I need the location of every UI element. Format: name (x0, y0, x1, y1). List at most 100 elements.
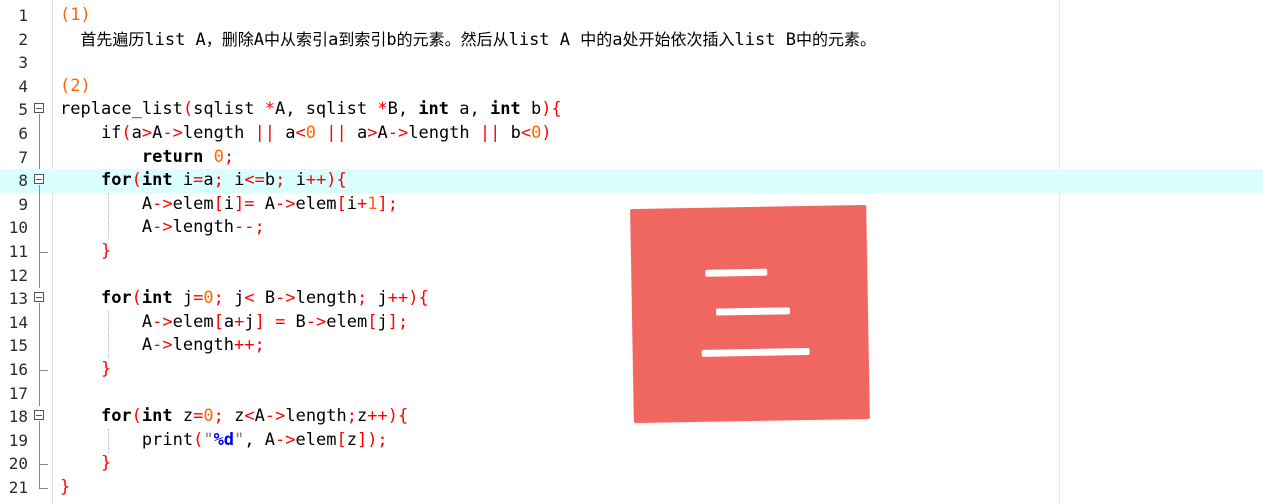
code-token: length (408, 123, 480, 143)
code-token: A, sqlist (274, 99, 378, 120)
code-line-4[interactable]: 4 (2) (0, 75, 1263, 99)
line-number: 10 (8, 218, 28, 238)
fold-toggle-icon[interactable] (34, 103, 44, 114)
code-line-18[interactable]: 18 for(int z=0; z<A->length;z++){ (0, 405, 1263, 430)
code-token: ; (357, 288, 368, 309)
code-token: ( (131, 288, 142, 309)
code-line-6[interactable]: 6 if(a>A->length || a<0 || a>A->length |… (0, 122, 1263, 146)
code-line-16[interactable]: 16 } (0, 358, 1263, 382)
code-text: (2) (60, 75, 91, 99)
code-line-20[interactable]: 20 } (0, 452, 1263, 477)
code-token: ++; (234, 335, 265, 356)
code-token: -> (264, 406, 286, 427)
fold-toggle-icon[interactable] (34, 292, 44, 303)
code-token: list B (734, 29, 796, 50)
code-token: 中从索引 (264, 29, 329, 49)
code-line-7[interactable]: 7 return 0; (0, 145, 1263, 170)
code-line-19[interactable]: 19 print("%d", A->elem[z]); (0, 428, 1263, 453)
code-text: return 0; (60, 146, 234, 170)
code-token: <= (244, 170, 265, 191)
code-token: -> (162, 123, 183, 143)
line-number: 11 (8, 242, 28, 261)
code-line-3[interactable]: 3 (0, 51, 1263, 75)
code-token: 0 (213, 146, 224, 167)
code-token: a (223, 311, 235, 332)
code-text: } (60, 452, 111, 476)
code-token: ] (254, 311, 265, 332)
code-token: = (193, 170, 204, 191)
code-text: for(int z=0; z<A->length;z++){ (60, 405, 408, 429)
line-number: 9 (18, 194, 28, 214)
code-text: if(a>A->length || a<0 || a>A->length || … (60, 122, 552, 146)
code-token: = (275, 311, 286, 332)
code-token: i (172, 170, 194, 191)
code-token: z (223, 406, 245, 427)
code-token: ( (131, 170, 142, 191)
code-token: [ (213, 193, 224, 214)
code-token: [ (213, 311, 224, 332)
code-token: a (203, 170, 214, 191)
code-token: ( (121, 123, 132, 143)
code-token: i (346, 193, 357, 214)
code-line-5[interactable]: 5 replace_list(sqlist *A, sqlist *B, int … (0, 98, 1263, 123)
code-token: 首先遍历 (60, 29, 145, 49)
code-token: ]); (356, 429, 388, 450)
code-text: 首先遍历list A，删除A中从索引a到索引b的元素。然后从list A 中的a… (60, 28, 876, 53)
code-token: < (295, 123, 306, 143)
code-token: } (60, 477, 71, 497)
code-text: A->length++; (60, 334, 265, 358)
code-token: ) (541, 123, 552, 143)
code-line-17[interactable]: 17 (0, 381, 1263, 406)
code-token: i (285, 170, 306, 191)
fold-connector (39, 252, 40, 264)
code-token: -> (275, 288, 296, 309)
code-token: } (100, 453, 112, 474)
fold-toggle-icon[interactable] (34, 410, 44, 421)
code-token: b (386, 29, 397, 50)
code-token: 处开始依次插入 (622, 29, 735, 49)
code-token: " (234, 429, 245, 450)
code-token: length (285, 406, 347, 427)
code-token: b (264, 170, 276, 191)
code-token: list A (144, 29, 206, 50)
code-token: 0 (203, 406, 214, 427)
code-token: ]= (234, 193, 255, 214)
line-number: 13 (8, 289, 28, 309)
code-token: return (141, 146, 204, 167)
code-token: b (520, 99, 542, 120)
code-token: (2) (60, 75, 91, 96)
code-token: list A (508, 29, 581, 50)
code-token: j (377, 311, 388, 332)
code-token: -> (152, 311, 173, 332)
menu-button[interactable] (630, 204, 870, 424)
code-line-8[interactable]: 8 for(int i=a; i<=b; i++){ (0, 169, 1263, 194)
code-token: } (100, 359, 112, 379)
code-token: A (152, 123, 163, 143)
code-line-1[interactable]: 1 (1) (0, 4, 1263, 28)
fold-toggle-icon[interactable] (34, 174, 44, 185)
code-token: ( (131, 406, 142, 427)
fold-end-marker (39, 240, 48, 253)
code-token: if (60, 123, 122, 143)
code-line-2[interactable]: 2 首先遍历list A，删除A中从索引a到索引b的元素。然后从list A 中… (0, 28, 1263, 52)
code-token: ]; (377, 193, 398, 214)
code-token: i (223, 193, 235, 214)
code-token: -> (152, 217, 173, 238)
code-token: j (172, 288, 194, 309)
fold-connector (39, 464, 40, 477)
code-token: i (223, 170, 245, 191)
code-token: 中的 (580, 29, 613, 49)
code-token: B, (387, 99, 419, 120)
code-token: %d (213, 429, 235, 450)
code-token: < (520, 123, 532, 143)
code-line-21[interactable]: 21} (0, 476, 1263, 500)
code-token: z (172, 406, 194, 427)
line-number: 18 (8, 407, 28, 427)
code-text: } (60, 358, 111, 382)
